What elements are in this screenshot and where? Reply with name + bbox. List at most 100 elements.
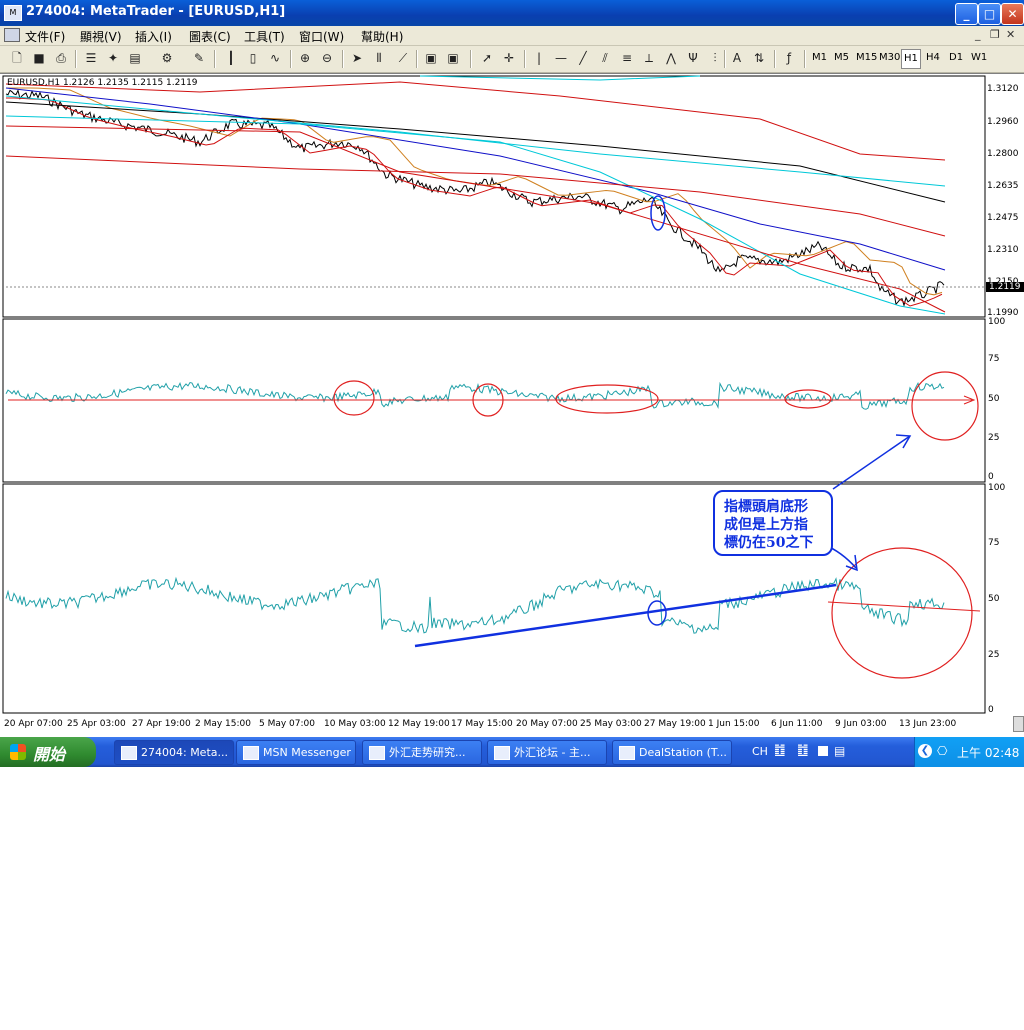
chart-window[interactable]: 指標頭肩底形 成但是上方指 標仍在50之下 EURUSD,H1 1.2126 1… <box>0 73 1024 741</box>
band-red-lower <box>5 125 946 313</box>
annotation-markup <box>8 195 981 679</box>
candle-chart-icon[interactable]: ▯ <box>244 49 262 67</box>
toolbar-separator <box>524 50 526 68</box>
template-icon[interactable]: ⟋ <box>394 49 412 67</box>
periodicity-icon[interactable]: ⚙ <box>158 49 176 67</box>
cursor-icon[interactable]: ➚ <box>478 49 496 67</box>
save-icon[interactable]: ■ <box>30 49 48 67</box>
zoom-in-icon[interactable]: ⊕ <box>296 49 314 67</box>
line-chart-icon[interactable]: ∿ <box>266 49 284 67</box>
timeframe-m15[interactable]: M15 <box>854 49 879 67</box>
task-msn[interactable]: MSN Messenger <box>236 740 356 765</box>
indicators-icon[interactable]: ƒ <box>780 49 798 67</box>
price-tick: 1.2475 <box>987 213 1019 223</box>
timeframe-m30[interactable]: M30 <box>877 49 902 67</box>
vertical-line-icon[interactable]: | <box>530 49 548 67</box>
tray-expand-icon[interactable]: ❮ <box>918 744 932 758</box>
keyboard-icon[interactable]: ▤ <box>834 744 845 758</box>
channel-icon[interactable]: ⫽ <box>596 49 614 67</box>
time-label: 10 May 03:00 <box>324 719 386 729</box>
network-icon[interactable]: ⎔ <box>937 744 947 758</box>
toolbar-separator <box>290 50 292 68</box>
chart-shift-icon[interactable]: ⫴ <box>370 49 388 67</box>
timeframe-m1[interactable]: M1 <box>810 49 829 67</box>
mdi-restore-button[interactable]: ❐ <box>990 28 1000 41</box>
menu-charts[interactable]: 圖表(C) <box>189 28 231 45</box>
ime-toggle-icon[interactable] <box>818 746 828 756</box>
cycle-lines-icon[interactable]: ⫶ <box>706 49 724 67</box>
fibonacci-icon[interactable]: ≡ <box>618 49 636 67</box>
menu-help[interactable]: 幫助(H) <box>361 28 403 45</box>
language-indicator[interactable]: CH <box>752 745 768 758</box>
price-tick: 1.3120 <box>987 84 1019 94</box>
markup-circle <box>911 371 979 441</box>
metatrader-app-icon[interactable]: M <box>4 5 22 21</box>
ime-mode-icon[interactable]: ䷂ <box>797 743 809 758</box>
close-button[interactable]: ✕ <box>1001 3 1024 25</box>
navigator-icon[interactable]: ▣ <box>422 49 440 67</box>
indicator2-pane <box>2 483 986 714</box>
window-title: 274004: MetaTrader - [EURUSD,H1] <box>26 4 286 19</box>
zoom-out-icon[interactable]: ⊖ <box>318 49 336 67</box>
time-label: 27 May 19:00 <box>644 719 706 729</box>
band-red-mid <box>5 155 946 237</box>
menu-view[interactable]: 顯視(V) <box>80 28 122 45</box>
ie-icon <box>369 746 385 760</box>
fibo-fan-icon[interactable]: ⋀ <box>662 49 680 67</box>
auto-scroll-icon[interactable]: ➤ <box>348 49 366 67</box>
time-label: 1 Jun 15:00 <box>708 719 760 729</box>
ie-icon <box>494 746 510 760</box>
annotation-line-2: 成但是上方指 <box>724 517 808 533</box>
task-forex-forum[interactable]: 外汇论坛 - 主... <box>487 740 607 765</box>
bar-chart-icon[interactable]: ┃ <box>222 49 240 67</box>
minimize-button[interactable]: _ <box>955 3 978 25</box>
timeframe-w1[interactable]: W1 <box>969 49 989 67</box>
annotation-line-1: 指標頭肩底形 <box>724 499 808 515</box>
timeframe-h4[interactable]: H4 <box>924 49 942 67</box>
properties-icon[interactable]: ☰ <box>82 49 100 67</box>
menu-file[interactable]: 文件(F) <box>25 28 65 45</box>
task-dealstation[interactable]: DealStation (T... <box>612 740 732 765</box>
document-icon[interactable] <box>4 28 20 42</box>
timeframe-h1[interactable]: H1 <box>901 49 921 69</box>
task-forex-research[interactable]: 外汇走势研究... <box>362 740 482 765</box>
time-label: 2 May 15:00 <box>195 719 251 729</box>
expert-icon[interactable]: ✦ <box>104 49 122 67</box>
arrows-icon[interactable]: ⇅ <box>750 49 768 67</box>
indicator2-tick: 25 <box>988 650 1000 660</box>
indicator1-line <box>5 381 945 410</box>
scroll-handle[interactable] <box>1013 716 1024 732</box>
timeframe-m5[interactable]: M5 <box>832 49 851 67</box>
trendline-icon[interactable]: ╱ <box>574 49 592 67</box>
menu-tools[interactable]: 工具(T) <box>244 28 285 45</box>
time-label: 20 Apr 07:00 <box>4 719 63 729</box>
timeframe-d1[interactable]: D1 <box>947 49 965 67</box>
maximize-button[interactable]: □ <box>978 3 1001 25</box>
start-button[interactable]: 開始 <box>0 737 96 767</box>
terminal-icon[interactable]: ▣ <box>444 49 462 67</box>
indicator1-series <box>5 381 945 410</box>
mdi-minimize-button[interactable]: _ <box>975 28 981 41</box>
markup-circle <box>831 547 973 679</box>
horizontal-line-icon[interactable]: — <box>552 49 570 67</box>
crosshair-icon[interactable]: ✛ <box>500 49 518 67</box>
ma-blue <box>5 87 946 271</box>
new-file-icon[interactable]: 🗋 <box>8 49 26 67</box>
pencil-icon[interactable]: ✎ <box>190 49 208 67</box>
menu-insert[interactable]: 插入(I) <box>135 28 172 45</box>
task-label: 外汇论坛 - 主... <box>514 746 591 759</box>
pitchfork-icon[interactable]: Ψ <box>684 49 702 67</box>
time-label: 5 May 07:00 <box>259 719 315 729</box>
ma-cyan-lower <box>5 115 946 315</box>
chart-canvas[interactable] <box>0 74 1024 741</box>
print-icon[interactable]: ⎙ <box>52 49 70 67</box>
gann-icon[interactable]: ⟂ <box>640 49 658 67</box>
ime-icon[interactable]: ䷂ <box>774 743 786 758</box>
mdi-close-button[interactable]: ✕ <box>1006 28 1015 41</box>
menu-window[interactable]: 窗口(W) <box>299 28 344 45</box>
print-preview-icon[interactable]: ▤ <box>126 49 144 67</box>
task-metatrader[interactable]: 274004: Meta... <box>114 740 234 765</box>
text-icon[interactable]: A <box>728 49 746 67</box>
current-price-label: 1.2119 <box>986 282 1024 292</box>
title-bar: M 274004: MetaTrader - [EURUSD,H1] _ □ ✕ <box>0 0 1024 26</box>
